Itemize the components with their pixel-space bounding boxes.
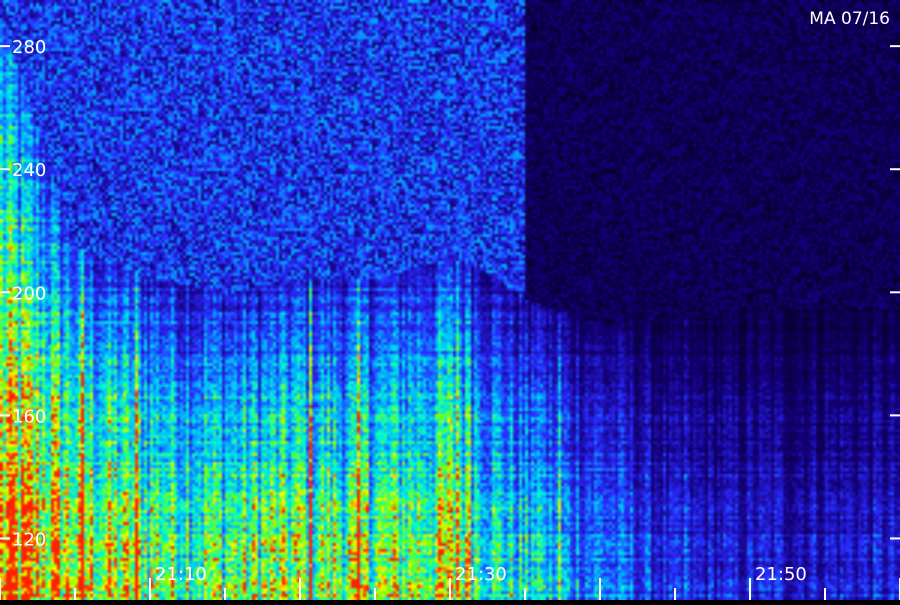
spectrogram-chart: 280 240 200 160 120 21:10 21:30 21:50 MA 07/16	[0, 0, 900, 600]
x-tick-label: 21:50	[755, 564, 807, 585]
spectrogram-heatmap	[0, 0, 900, 600]
y-tick-label: 280	[12, 37, 46, 58]
x-tick-label: 21:10	[155, 564, 207, 585]
y-tick-label: 160	[12, 406, 46, 427]
y-tick-label: 240	[12, 160, 46, 181]
spectrogram-plot: 280 240 200 160 120 21:10 21:30 21:50 MA 07/16	[0, 0, 900, 600]
y-tick-label: 200	[12, 283, 46, 304]
y-tick-label: 120	[12, 529, 46, 550]
station-date-label: MA 07/16	[809, 9, 890, 29]
x-tick-label: 21:30	[455, 564, 507, 585]
